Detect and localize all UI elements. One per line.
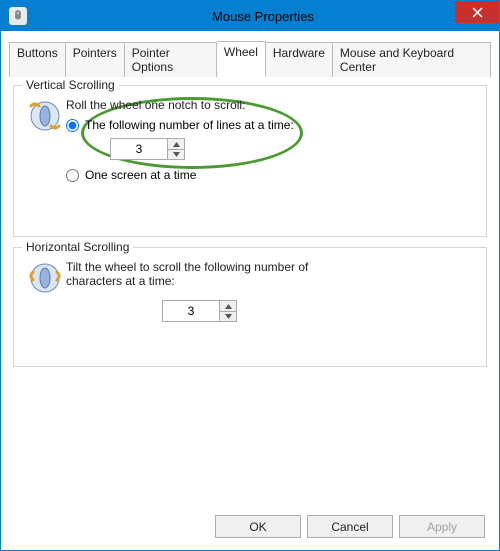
close-button[interactable] (455, 1, 499, 23)
horizontal-instruction: Tilt the wheel to scroll the following n… (66, 260, 346, 288)
chevron-down-icon (225, 314, 232, 319)
lines-spin-up[interactable] (168, 139, 184, 149)
horizontal-scrolling-group: Horizontal Scrolling Tilt the wheel to s… (13, 247, 487, 367)
window-title: Mouse Properties (27, 9, 499, 24)
tab-pointer-options[interactable]: Pointer Options (125, 42, 217, 77)
radio-lines[interactable] (66, 119, 79, 132)
lines-value-input[interactable] (110, 138, 168, 160)
mouse-icon (9, 7, 27, 25)
vertical-instruction: Roll the wheel one notch to scroll: (66, 98, 476, 112)
close-icon (472, 7, 483, 18)
tab-buttons[interactable]: Buttons (9, 42, 66, 77)
lines-spinner (110, 138, 476, 160)
vertical-row: Roll the wheel one notch to scroll: The … (24, 98, 476, 186)
radio-screen-label: One screen at a time (85, 168, 196, 182)
chars-spinner (162, 300, 476, 322)
horizontal-wheel-icon (29, 262, 61, 294)
vertical-content: Roll the wheel one notch to scroll: The … (66, 98, 476, 186)
horizontal-group-label: Horizontal Scrolling (22, 240, 133, 254)
cancel-button[interactable]: Cancel (307, 515, 393, 538)
vertical-scrolling-group: Vertical Scrolling Roll the wheel one no… (13, 85, 487, 237)
radio-screen[interactable] (66, 169, 79, 182)
radio-lines-row[interactable]: The following number of lines at a time: (66, 118, 476, 132)
vertical-icon-col (24, 98, 66, 132)
tab-wheel[interactable]: Wheel (217, 41, 266, 77)
tab-mouse-and-keyboard-center[interactable]: Mouse and Keyboard Center (333, 42, 491, 77)
chars-spin-down[interactable] (220, 311, 236, 321)
tab-hardware[interactable]: Hardware (266, 42, 333, 77)
horizontal-row: Tilt the wheel to scroll the following n… (24, 260, 476, 330)
horizontal-icon-col (24, 260, 66, 294)
lines-spin-down[interactable] (168, 149, 184, 159)
radio-screen-row[interactable]: One screen at a time (66, 168, 476, 182)
titlebar: Mouse Properties (1, 1, 499, 31)
ok-button[interactable]: OK (215, 515, 301, 538)
horizontal-content: Tilt the wheel to scroll the following n… (66, 260, 476, 330)
chars-spin-buttons (220, 300, 237, 322)
chevron-up-icon (225, 304, 232, 309)
tab-body-wheel: Vertical Scrolling Roll the wheel one no… (9, 77, 491, 507)
chevron-up-icon (173, 142, 180, 147)
radio-lines-label: The following number of lines at a time: (85, 118, 294, 132)
tab-strip: Buttons Pointers Pointer Options Wheel H… (9, 41, 491, 77)
client-area: Buttons Pointers Pointer Options Wheel H… (1, 31, 499, 550)
chars-spin-up[interactable] (220, 301, 236, 311)
chevron-down-icon (173, 152, 180, 157)
dialog-buttons: OK Cancel Apply (9, 507, 491, 542)
chars-value-input[interactable] (162, 300, 220, 322)
mouse-properties-window: Mouse Properties Buttons Pointers Pointe… (0, 0, 500, 551)
lines-spin-buttons (168, 138, 185, 160)
vertical-group-label: Vertical Scrolling (22, 78, 119, 92)
vertical-wheel-icon (29, 100, 61, 132)
apply-button[interactable]: Apply (399, 515, 485, 538)
tab-pointers[interactable]: Pointers (66, 42, 125, 77)
